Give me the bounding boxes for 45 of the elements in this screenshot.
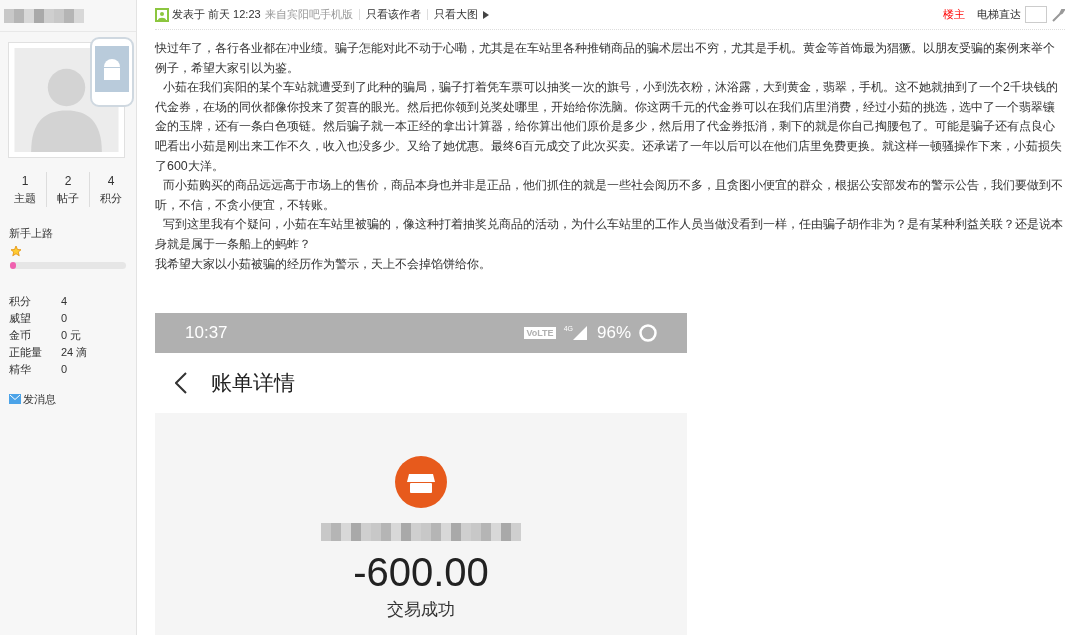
profile-label: 威望	[9, 311, 32, 326]
battery-ring-icon	[639, 324, 657, 343]
profile-value: 0	[61, 311, 68, 326]
post-paragraph: 写到这里我有个疑问，小茹在车站里被骗的，像这种打着抽奖兑商品的活动，为什么车站里的工作人员当做没看到一样，任由骗子胡作非为？是有某种利益关联？还是说本身就是属于一条船上的蚂蚱？	[155, 216, 1064, 253]
stat-value: 1	[21, 173, 29, 190]
back-icon[interactable]	[175, 372, 187, 395]
screen-title: 账单详情	[211, 370, 295, 397]
transaction-status: 交易成功	[387, 599, 455, 622]
star-icon	[10, 245, 22, 257]
profile-label: 正能量	[9, 345, 43, 360]
post-paragraph: 小茹在我们宾阳的某个车站就遭受到了此种的骗局，骗子打着凭车票可以抽奖一次的旗号，小到洗衣粉，沐浴露，大到黄金，翡翠，手机。这不她就抽到了一个2千块钱的代金券，在场的同伙都像你投来了贺喜的眼光。然后把你领到兑奖处哪里，开始给你洗脑。你这两千元的代金券可以在我们店里消费，经过小茹的挑选，选中了一个翡翠镶金的玉牌，还有一条白色项链。然后骗子就一本正经的拿出计算器，给你算出他们原价是多少，然后用了代金券抵消，剩下的就是你自己掏腰包了。可能是骗子还有点良心吧看出小茹是刚出来工作不久，收入也没多少。又给了她优惠。最终6百元成交了此次买卖。还承诺了一年以后可以在他们店里免费更换。就这样一顿骚操作下来，小茹损失了600大洋。	[155, 79, 1063, 175]
volte-badge: VoLTE	[524, 327, 556, 340]
profile-value: 0 元	[61, 328, 82, 343]
battery-level: 96%	[596, 322, 631, 345]
post-source: 来自宾阳吧手机版	[264, 7, 353, 23]
post-time: 发表于 前天 12:23	[172, 7, 261, 23]
wrench-icon[interactable]	[1051, 7, 1065, 22]
profile-label: 精华	[9, 362, 32, 377]
user-rank: 新手上路	[9, 225, 54, 241]
floor-input[interactable]	[1025, 6, 1047, 23]
send-message-link[interactable]: 发消息	[9, 391, 56, 408]
signal-icon	[572, 326, 587, 341]
play-icon[interactable]	[482, 10, 489, 19]
profile-value: 0	[61, 362, 68, 377]
stat-value: 2	[64, 173, 72, 190]
profile-value: 24 滴	[61, 345, 88, 360]
post-paragraph: 快过年了，各行各业都在冲业绩。骗子怎能对此不动于心嘞，尤其是在车站里各种推销商品的骗术层出不穷，尤其是手机。黄金等首饰最为猖獗。以朋友受骗的案例来举个例子，希望大家引以为鉴。	[155, 40, 1056, 77]
floor-label: 楼主	[943, 7, 965, 23]
profile-value: 4	[61, 294, 68, 309]
amount: -600.00	[353, 549, 489, 596]
filter-link[interactable]: 只看大图	[433, 6, 478, 23]
stat-value: 4	[107, 173, 115, 190]
profile-label: 积分	[9, 294, 32, 309]
envelope-icon	[9, 394, 21, 405]
post-paragraph: 我希望大家以小茹被骗的经历作为警示，天上不会掉馅饼给你。	[155, 255, 492, 273]
user-icon	[155, 7, 169, 22]
store-icon	[395, 456, 447, 509]
stat-label: 帖子	[57, 191, 79, 206]
jump-label: 电梯直达	[977, 7, 1021, 23]
status-time: 10:37	[185, 322, 228, 345]
post-paragraph: 而小茹购买的商品远远高于市场上的售价，商品本身也并非是正品，他们抓住的就是一些社会阅历不多，且贪图小便宜的群众，根据公安部发布的警示公告，我们要做到不听，不信，不贪小便宜，不转账。	[155, 177, 1064, 214]
stat-label: 积分	[100, 191, 122, 206]
filter-link[interactable]: 只看该作者	[365, 6, 421, 23]
stat-label: 主题	[14, 191, 36, 206]
profile-label: 金币	[9, 328, 32, 343]
